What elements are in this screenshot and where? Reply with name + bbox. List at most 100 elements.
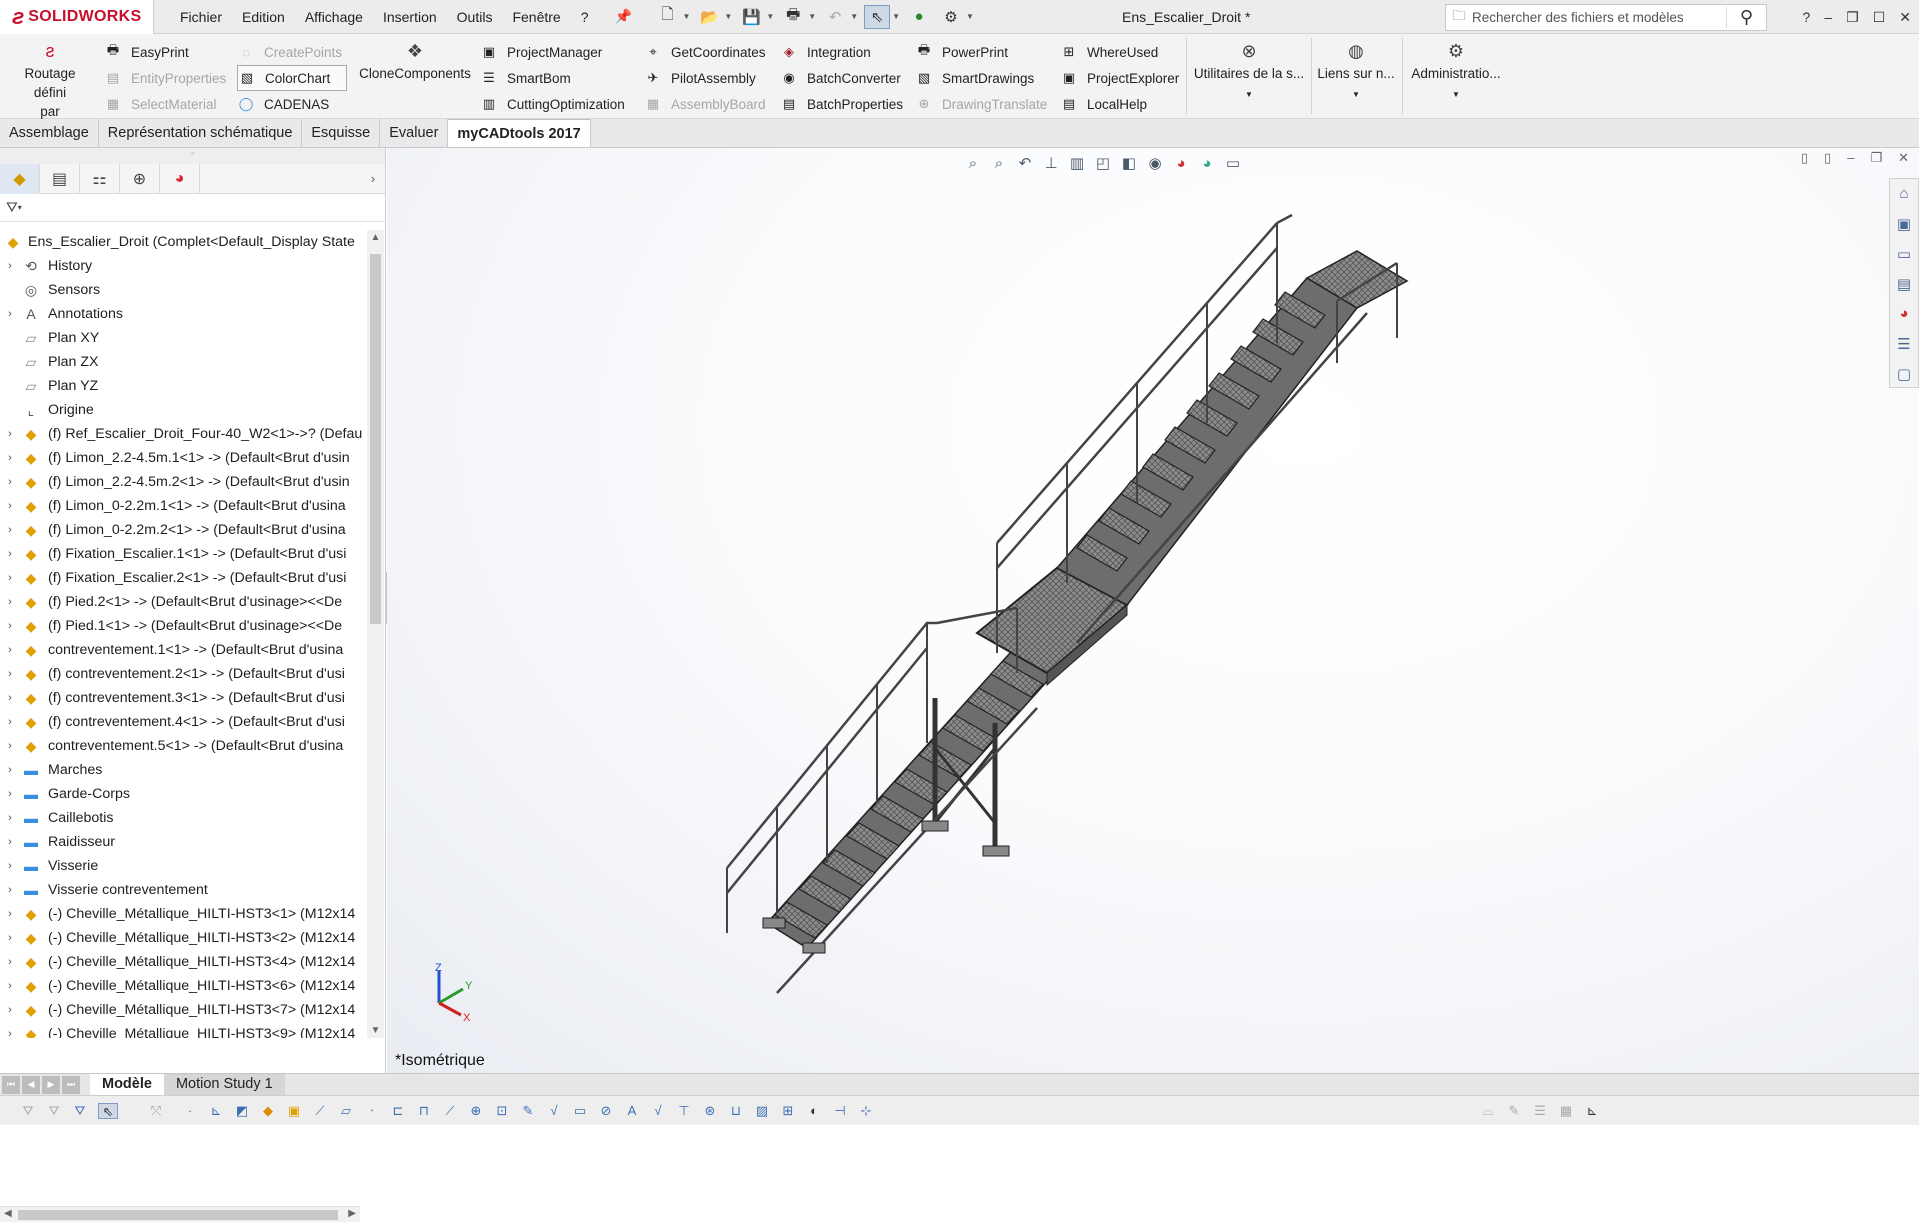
previous-view-icon[interactable]: ↶	[1014, 154, 1036, 172]
expand-arrow-icon[interactable]: ›	[0, 692, 20, 704]
filter-origin-icon[interactable]: ⊕	[466, 1103, 486, 1119]
select-dropdown-icon[interactable]: ▼	[892, 12, 900, 21]
custom-properties-icon[interactable]: ☰	[1897, 335, 1910, 357]
tree-item[interactable]: › A Annotations	[0, 302, 366, 326]
tree-item[interactable]: ⌞ Origine	[0, 398, 366, 422]
tab-esquisse[interactable]: Esquisse	[302, 119, 381, 147]
tree-item[interactable]: › ◆ (f) contreventement.2<1> -> (Default<B…	[0, 662, 366, 686]
tree-item[interactable]: › ◆ (f) Pied.2<1> -> (Default<Brut d'usina…	[0, 590, 366, 614]
admin-button[interactable]: ⚙ Administratio... ▼	[1406, 38, 1506, 104]
tree-item[interactable]: ▱ Plan ZX	[0, 350, 366, 374]
filter-vertex-icon[interactable]: ∙	[180, 1103, 200, 1119]
tree-item[interactable]: › ◆ (f) Fixation_Escalier.2<1> -> (Default…	[0, 566, 366, 590]
expand-arrow-icon[interactable]: ›	[0, 524, 20, 536]
entityproperties-button[interactable]: ▤ EntityProperties	[104, 65, 226, 91]
print-icon[interactable]: 🖶	[780, 5, 806, 29]
filter-face-icon[interactable]: ◩	[232, 1103, 252, 1119]
save-icon[interactable]: 💾	[738, 5, 764, 29]
close-icon[interactable]: ✕	[1899, 9, 1911, 26]
expand-arrow-icon[interactable]: ›	[0, 596, 20, 608]
tree-item[interactable]: › ◆ (f) Limon_2.2-4.5m.1<1> -> (Default<Br…	[0, 446, 366, 470]
help-button[interactable]: ?	[1803, 9, 1811, 25]
tree-item[interactable]: › ▬ Marches	[0, 758, 366, 782]
tree-item[interactable]: › ⟲ History	[0, 254, 366, 278]
filter-note-icon[interactable]: ✎	[518, 1103, 538, 1119]
file-explorer-icon[interactable]: ▭	[1897, 245, 1911, 267]
undo-dropdown-icon[interactable]: ▼	[850, 12, 858, 21]
search-input[interactable]: Rechercher des fichiers et modèles	[1472, 10, 1684, 25]
selectmaterial-button[interactable]: ▦ SelectMaterial	[104, 91, 226, 117]
menu-edition[interactable]: Edition	[232, 0, 295, 34]
tree-item[interactable]: › ◆ (f) Pied.1<1> -> (Default<Brut d'usina…	[0, 614, 366, 638]
drawingtranslate-button[interactable]: ⊕ DrawingTranslate	[915, 91, 1048, 117]
home-icon[interactable]: ⌂	[1899, 185, 1908, 207]
admin-dropdown-icon[interactable]: ▼	[1452, 90, 1460, 99]
viewport-tile-left-icon[interactable]: ▯	[1801, 150, 1808, 166]
expand-arrow-icon[interactable]: ›	[0, 452, 20, 464]
expand-arrow-icon[interactable]: ›	[0, 884, 20, 896]
expand-arrow-icon[interactable]: ›	[0, 668, 20, 680]
pin-menu-icon[interactable]: 📌	[615, 8, 633, 26]
expand-arrow-icon[interactable]: ›	[0, 428, 20, 440]
whereused-button[interactable]: ⊞ WhereUsed	[1060, 39, 1179, 65]
tab-last-icon[interactable]: ⏭	[62, 1075, 80, 1094]
batchconverter-button[interactable]: ◉ BatchConverter	[780, 65, 903, 91]
tree-item[interactable]: › ◆ (-) Cheville_Métallique_HILTI-HST3<6> …	[0, 974, 366, 998]
cuttingoptimization-button[interactable]: ▥ CuttingOptimization	[480, 91, 625, 117]
displaymanager-tab-icon[interactable]: ◕	[160, 163, 200, 194]
selection-cursor-icon[interactable]: ⇖	[98, 1103, 118, 1119]
expand-arrow-icon[interactable]: ›	[0, 644, 20, 656]
scroll-thumb[interactable]	[370, 254, 381, 624]
filter-segment-icon[interactable]: ⊓	[414, 1103, 434, 1119]
tree-root-assembly[interactable]: ◆ Ens_Escalier_Droit (Complet<Default_Di…	[0, 230, 366, 254]
menu-insertion[interactable]: Insertion	[373, 0, 447, 34]
status-icon-2[interactable]: ✎	[1504, 1103, 1524, 1119]
viewport-minimize-icon[interactable]: –	[1847, 150, 1854, 166]
scroll-down-icon[interactable]: ▼	[367, 1025, 384, 1036]
expand-arrow-icon[interactable]: ›	[0, 860, 20, 872]
expand-arrow-icon[interactable]: ›	[0, 716, 20, 728]
pilotassembly-button[interactable]: ✈ PilotAssembly	[644, 65, 766, 91]
expand-arrow-icon[interactable]: ›	[0, 1004, 20, 1016]
tab-first-icon[interactable]: ⏮	[2, 1075, 20, 1094]
propertymanager-tab-icon[interactable]: ▤	[40, 163, 80, 194]
scroll-right-icon[interactable]: ▶	[348, 1208, 356, 1219]
expand-arrow-icon[interactable]: ›	[0, 740, 20, 752]
expand-arrow-icon[interactable]: ›	[0, 908, 20, 920]
expand-arrow-icon[interactable]: ›	[0, 548, 20, 560]
edit-appearance-icon[interactable]: ◕	[1170, 155, 1192, 172]
filter-cosmetic-icon[interactable]: ⊤	[674, 1103, 694, 1119]
projectmanager-button[interactable]: ▣ ProjectManager	[480, 39, 625, 65]
minimize-icon[interactable]: –	[1824, 9, 1832, 25]
display-style-icon[interactable]: ◧	[1118, 154, 1140, 172]
tree-horizontal-scrollbar[interactable]: ◀ ▶	[0, 1206, 360, 1222]
maximize-icon[interactable]: ☐	[1873, 9, 1886, 26]
tree-item[interactable]: › ◆ (-) Cheville_Métallique_HILTI-HST3<1> …	[0, 902, 366, 926]
new-dropdown-icon[interactable]: ▼	[683, 12, 691, 21]
scroll-up-icon[interactable]: ▲	[367, 232, 384, 243]
menu-outils[interactable]: Outils	[447, 0, 503, 34]
tree-item[interactable]: › ◆ (f) contreventement.3<1> -> (Default<B…	[0, 686, 366, 710]
panel-splitter[interactable]: ◦	[0, 148, 385, 164]
utilities-dropdown-icon[interactable]: ▼	[1245, 90, 1253, 99]
powerprint-button[interactable]: 🖶 PowerPrint	[915, 39, 1047, 65]
integration-button[interactable]: ◈ Integration	[780, 39, 903, 65]
filter-move-icon[interactable]: ⊣	[830, 1103, 850, 1119]
filter-mass-center-icon[interactable]: ◐	[804, 1103, 824, 1119]
filter-edge-icon[interactable]: ⊾	[206, 1103, 226, 1119]
solidworks-logo[interactable]: ƨ SOLIDWORKS	[0, 0, 154, 34]
tree-item[interactable]: › ▬ Visserie	[0, 854, 366, 878]
links-button[interactable]: ◍ Liens sur n... ▼	[1314, 38, 1398, 104]
expand-arrow-icon[interactable]: ›	[0, 572, 20, 584]
menu-affichage[interactable]: Affichage	[295, 0, 373, 34]
rebuild-traffic-light-icon[interactable]: ●	[906, 5, 932, 29]
tab-assemblage[interactable]: Assemblage	[0, 119, 99, 147]
filter-dropdown-icon[interactable]: ▾	[18, 203, 22, 212]
filter-axis-icon[interactable]: ⟋	[310, 1103, 330, 1119]
menu-fenetre[interactable]: Fenêtre	[502, 0, 570, 34]
apply-scene-icon[interactable]: ◕	[1196, 155, 1218, 172]
expand-arrow-icon[interactable]: ›	[0, 308, 20, 320]
configurationmanager-tab-icon[interactable]: ⚏	[80, 163, 120, 194]
tree-vertical-scrollbar[interactable]: ▲ ▼	[367, 230, 384, 1038]
view-orientation-icon[interactable]: ◰	[1092, 154, 1114, 172]
